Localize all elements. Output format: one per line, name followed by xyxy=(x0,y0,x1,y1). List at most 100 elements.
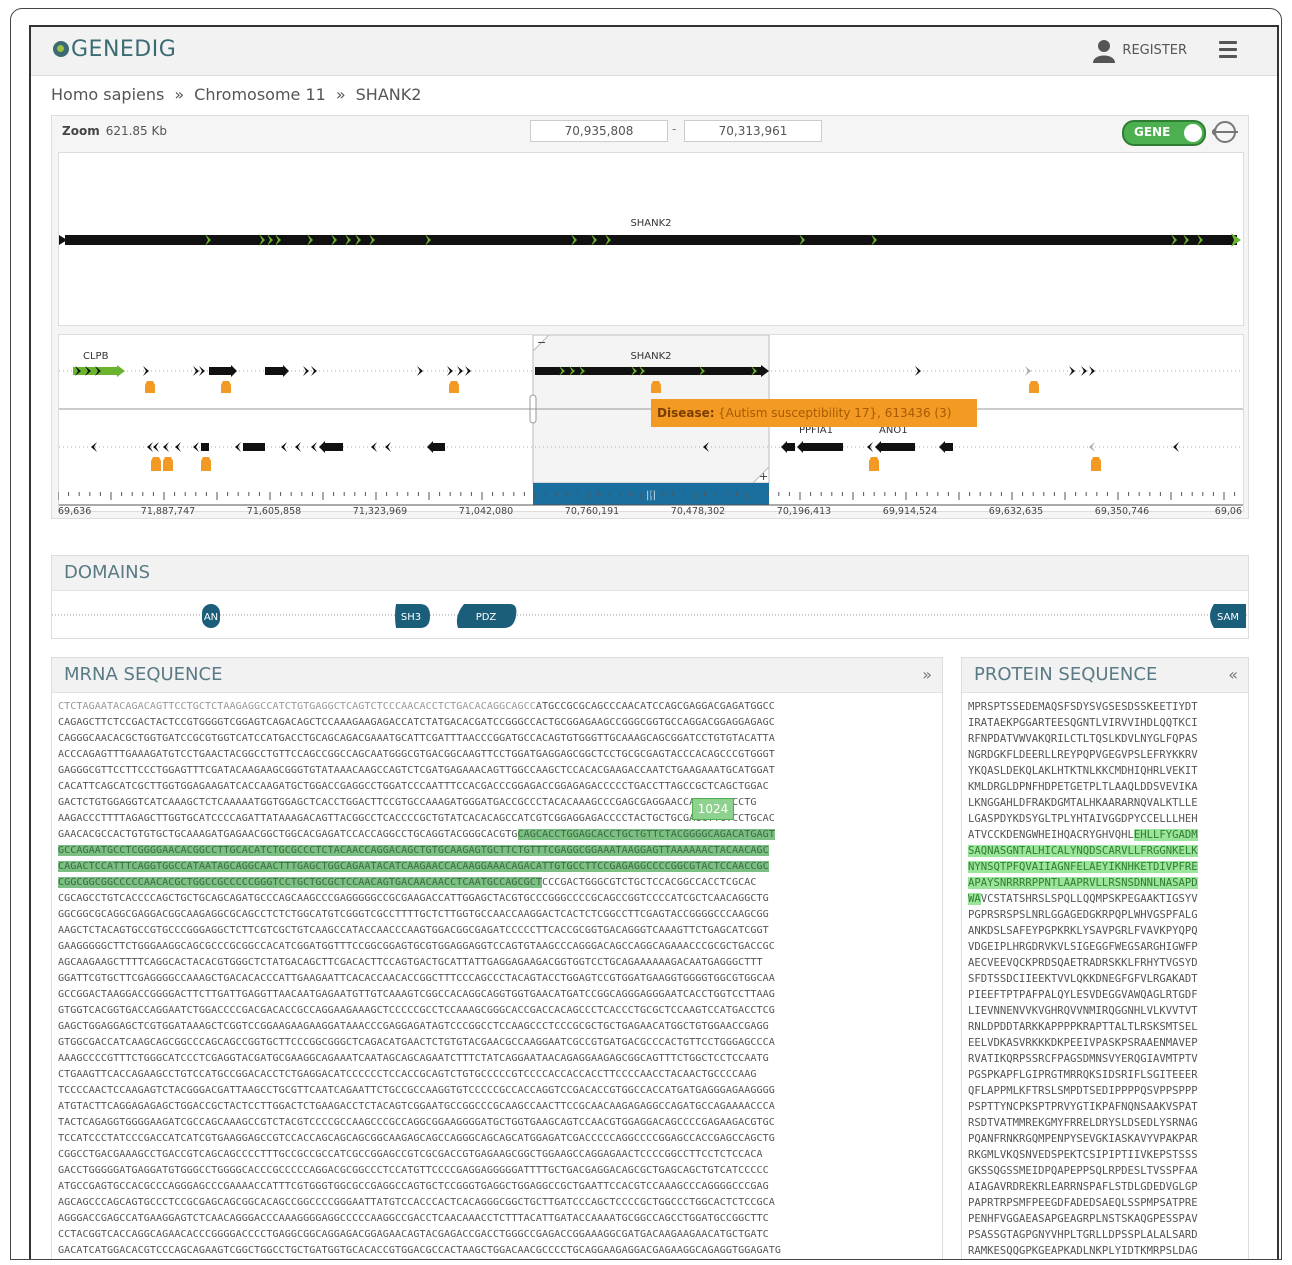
cds-segment: ATGCCGCGCAGCCCAACATCCAGCGAGGACGAGATGGCC xyxy=(535,701,775,712)
reset-view-icon[interactable] xyxy=(1212,120,1238,144)
mrna-line: ACCCAGAGTTTGAAAGATGTCCTGAACTACGGCCTGTTCC… xyxy=(58,749,775,760)
mrna-line: AAAGCCCCGTTTCTGGGCATCCCTCGAGGTACGATGCGAA… xyxy=(58,1053,769,1064)
end-coordinate-input[interactable]: 70,313,961 xyxy=(684,120,822,142)
axis-tick-label: 71,323,969 xyxy=(353,506,407,517)
mrna-sequence-panel: MRNA SEQUENCE » CTCTAGAATACAGACAGTTCCTGCT… xyxy=(51,657,943,1259)
breadcrumb-species[interactable]: Homo sapiens xyxy=(51,85,164,104)
breadcrumb-separator: » xyxy=(335,85,346,104)
mrna-line: CGCAGCCTGTCACCCCAGCTGCTGCAGCAGATGCCCAGCA… xyxy=(58,893,769,904)
axis-tick-label: 69,636 xyxy=(58,506,91,517)
protein-line: GKSSQGSSMEIDPQAPEPPSQLRPDESLTVSSPFAA xyxy=(968,1165,1198,1177)
breadcrumb-gene[interactable]: SHANK2 xyxy=(356,85,422,104)
mrna-line: CACATTCAGCATCGCTTGGTGGAGAAGATCACCAAGATGC… xyxy=(58,781,769,792)
highlighted-residues: NYNSQTPFQVAIIAGNFELAEYIKNHKETDIVPFRE xyxy=(968,861,1198,873)
zoom-display: Zoom 621.85 Kb xyxy=(62,124,167,138)
zoom-in-button[interactable]: + xyxy=(759,470,768,483)
zoom-value: 621.85 Kb xyxy=(105,124,167,138)
mrna-line: GGATTCGTGCTTCGAGGGGCCAAAGCTGACACACCCATTG… xyxy=(58,973,775,984)
axis-tick-label: 70,760,191 xyxy=(565,506,619,517)
app-logo[interactable]: GENEDIG xyxy=(53,37,176,62)
highlighted-region: CGGCGGCGGCCCCCAACACGCTGGCCGCCCCCGGGTCCTG… xyxy=(58,877,543,888)
zoom-label: Zoom xyxy=(62,124,100,138)
mrna-line: CAGAGCTTCTCCGACTACTCCGTGGGGTCGGAGTCAGACA… xyxy=(58,717,775,728)
protein-line: RNLDPDDTARKKAPPPPKRAPTTALTLRSKSMTSEL xyxy=(968,1021,1198,1033)
mrna-line: GAACACGCCACTGTGTGCTGCAAAGATGAGAACGGCTGGC… xyxy=(58,829,775,840)
protein-header: PROTEIN SEQUENCE « xyxy=(962,658,1248,693)
zoom-out-button[interactable]: − xyxy=(537,336,546,349)
mrna-line: GACTCTGTGGAGGTCATCAAAGCTCTCAAAAATGGTGGAG… xyxy=(58,797,757,808)
mrna-line: GCCGGACTAAGGACCGGGGACTTCTTGATTGAGGTTAACA… xyxy=(58,989,775,1000)
tooltip-key: Disease: xyxy=(657,406,715,420)
protein-title: PROTEIN SEQUENCE xyxy=(974,664,1158,685)
protein-line: RSDTVATMMREKGMYFRRELDRYSLDSEDLYSRNAG xyxy=(968,1117,1198,1129)
protein-line: LGASPDYKDSYGLTPLYHTAIVGGDPYCCELLLHEH xyxy=(968,813,1198,825)
domain-an-label: AN xyxy=(204,612,218,623)
hamburger-menu-icon[interactable] xyxy=(1219,41,1237,58)
main-gene-track: SHANK2 xyxy=(58,152,1244,326)
protein-line: WAVCSTATSHRSLSPQLLQQMPSKPEGAAKTIGSYV xyxy=(968,893,1198,905)
protein-line: APAYSNRRRRPPNTLAAPRVLLRSNSDNNLNASAPD xyxy=(968,875,1248,891)
highlighted-region: CAGACTCCATTTCAGGTGGCCATAATAGCAGGCAACTTTG… xyxy=(58,861,769,872)
register-link[interactable]: REGISTER xyxy=(1122,43,1187,58)
gene-label-shank2: SHANK2 xyxy=(630,351,671,362)
mrna-line: CCTACGGTCACCAGGCAGAACACCCGGGGACCCCTGAGGC… xyxy=(58,1229,769,1240)
domain-pdz[interactable]: PDZ xyxy=(456,604,517,628)
mrna-line: CTGAAGTTCACCAGAAGCCTGTCCATGCCGGACACCTCTG… xyxy=(58,1069,757,1080)
collapse-protein-button[interactable]: « xyxy=(1228,658,1238,692)
domains-panel: DOMAINS AN SH3 PDZ SAM xyxy=(51,555,1249,639)
mrna-line: AGCAGCCCAGCAGTGCCCTCCGCGAGCAGCGGCACAGCCG… xyxy=(58,1197,775,1208)
protein-line: NYNSQTPFQVAIIAGNFELAEYIKNHKETDIVPFRE xyxy=(968,859,1248,875)
main-gene-body xyxy=(65,235,1237,245)
main-gene-svg[interactable]: SHANK2 xyxy=(59,153,1243,325)
protein-sequence-text[interactable]: MPRSPTSSEDEMAQSFSDYSVGSESDSSKEETIYDT IRAT… xyxy=(962,693,1248,1260)
protein-line: QFLAPPMLKFTRSLSMPDTSEDIPPPPQSVPPSPPP xyxy=(968,1085,1198,1097)
protein-line: PGSPKAPFLGIPRGTMRRQKSIDSRIFLSGITEEER xyxy=(968,1069,1198,1081)
mrna-line: GTGGTCACGGTGACCAGGAATCTGGACCCCGACGACACCG… xyxy=(58,1005,775,1016)
mrna-line: GTGGCGACCATCAAGCAGCGGCCCAGCAGCCGGTGCTTCC… xyxy=(58,1037,775,1048)
context-gene-svg[interactable]: − + CLPB SHANK2 PPFIA1 ANO1 Disease: {Au… xyxy=(59,334,1243,511)
main-gene-label: SHANK2 xyxy=(630,218,671,229)
user-icon[interactable] xyxy=(1093,39,1115,63)
mrna-sequence-text[interactable]: CTCTAGAATACAGACAGTTCCTGCTCTAAGAGGCCATCTG… xyxy=(52,693,942,1259)
domains-title: DOMAINS xyxy=(64,562,151,583)
protein-line: IRATAEKPGGARTEESQGNTLVIRVVIHDLQQTKCI xyxy=(968,717,1198,729)
axis-tick-label: 71,042,080 xyxy=(459,506,513,517)
window-frame: GENEDIG REGISTER Homo sapiens » Chromosome… xyxy=(10,8,1282,1260)
protein-line: RFNPDATVWVAKQRILCTLTQSLKDVLNYGLFQPAS xyxy=(968,733,1198,745)
expand-mrna-button[interactable]: » xyxy=(922,658,932,692)
breadcrumb-chromosome[interactable]: Chromosome 11 xyxy=(194,85,326,104)
highlighted-residues: EHLLFYGADM xyxy=(1133,829,1198,841)
domain-an[interactable]: AN xyxy=(202,604,220,628)
axis-tick-label: 70,478,302 xyxy=(671,506,725,517)
mrna-line: GGCGGCGCAGGCGAGGACGGCAAGAGGCGCAGCCTCTCTG… xyxy=(58,909,769,920)
gene-toggle[interactable]: GENE xyxy=(1122,120,1206,146)
genome-viewer: Zoom 621.85 Kb 70,935,808 - 70,313,961 GE… xyxy=(51,115,1249,519)
mrna-line: ATGTACTTCAGGAGAGAGCTGGACCGCTACTCCTTGGACT… xyxy=(58,1101,775,1112)
start-coordinate-input[interactable]: 70,935,808 xyxy=(530,120,668,142)
mrna-line: GAAGGGGGCTTCTGGGAAGGCAGCGCCCGCGGCCACATCG… xyxy=(58,941,775,952)
mrna-line: AGCAAGAAGCTTTTCAGGCACTACACGTGGGCTCTATGAC… xyxy=(58,957,763,968)
mrna-line: AAGACCCTTTTAGAGCTTGGTGCATCCCCAGATTATAAAG… xyxy=(58,813,775,824)
protein-line: PSASSGTAGPGNYVHPLTGRLLDPSSPLALALSARD xyxy=(968,1229,1198,1241)
app-name: GENEDIG xyxy=(71,37,177,62)
context-gene-track: − + CLPB SHANK2 PPFIA1 ANO1 Disease: {Au… xyxy=(58,334,1244,512)
protein-line: ANKDSLSAFEYPGPKRKLYSAVPGRLFVAVKPYQPQ xyxy=(968,925,1198,937)
protein-line: FPTVTRQNTRGPLRRQETENKYETDLGRDRKGDDKK xyxy=(968,1259,1248,1260)
protein-line: PGPRSRSPSLNRLGGAGEDGKRPQPLWHVGSPFALG xyxy=(968,909,1198,921)
domain-pdz-label: PDZ xyxy=(476,612,497,623)
breadcrumb-separator: » xyxy=(174,85,185,104)
protein-line: MPRSPTSSEDEMAQSFSDYSVGSESDSSKEETIYDT xyxy=(968,701,1198,713)
domain-sh3[interactable]: SH3 xyxy=(395,604,430,628)
protein-line: RAMKESQQGPKGEAPKADLNKPLYIDTKMRPSLDAG xyxy=(968,1245,1198,1257)
highlighted-residues: WA xyxy=(968,893,981,905)
protein-line: SFDTSSDCIIEEKTVVLQKKDNEGFGFVLRGAKADT xyxy=(968,973,1198,985)
protein-line: EELVDKASVRKKKDKPEEIVPASKPSRAAENMAVEP xyxy=(968,1037,1198,1049)
protein-line: AIAGAVRDREKRLEARRNSPAFLSTDLGDEDVGLGP xyxy=(968,1181,1198,1193)
domain-sh3-label: SH3 xyxy=(401,612,421,623)
domain-sam[interactable]: SAM xyxy=(1210,604,1246,628)
protein-line: ATVCCKDENGWHEIHQACRYGHVQHLEHLLFYGADM xyxy=(968,829,1198,841)
range-dash: - xyxy=(672,122,677,136)
domains-track: AN SH3 PDZ SAM xyxy=(52,604,1248,628)
mrna-line: CTCTAGAATACAGACAGTTCCTGCTCTAAGAGGCCATCTG… xyxy=(58,699,942,715)
axis-tick-label: 69,632,635 xyxy=(989,506,1043,517)
